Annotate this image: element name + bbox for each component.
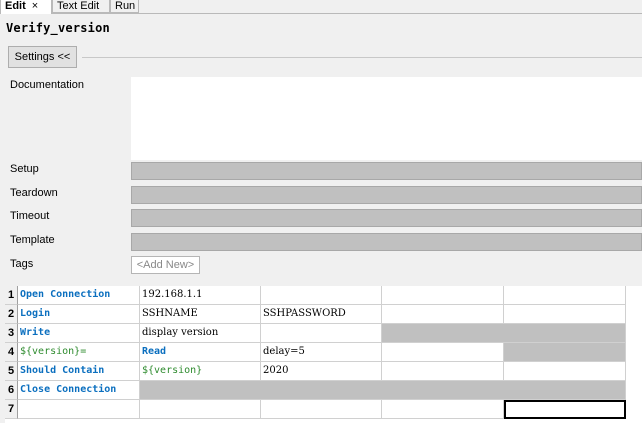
grid-cell-disabled	[504, 343, 626, 362]
grid-cell[interactable]: SSHPASSWORD	[261, 305, 382, 324]
template-label: Template	[10, 234, 55, 246]
grid-cell[interactable]: Open Connection	[18, 286, 140, 305]
grid-cell[interactable]: Read	[140, 343, 261, 362]
tab-text-edit[interactable]: Text Edit	[52, 0, 110, 13]
selected-grid-cell[interactable]	[504, 400, 626, 419]
table-row: 1 Open Connection 192.168.1.1	[5, 286, 642, 305]
grid-cell[interactable]	[261, 286, 382, 305]
teardown-field[interactable]	[131, 186, 642, 204]
tab-bar: Edit × Text Edit Run	[0, 0, 642, 14]
row-number[interactable]: 2	[5, 305, 18, 324]
tags-label: Tags	[10, 258, 34, 270]
table-row: 7	[5, 400, 642, 419]
grid-cell[interactable]: Write	[18, 324, 140, 343]
table-row: 6 Close Connection	[5, 381, 642, 400]
grid-cell[interactable]	[504, 305, 626, 324]
grid-cell[interactable]: 192.168.1.1	[140, 286, 261, 305]
grid-cell[interactable]	[382, 400, 504, 419]
settings-toggle-button[interactable]: Settings <<	[8, 46, 77, 68]
grid-cell[interactable]: Close Connection	[18, 381, 140, 400]
tab-text-edit-label: Text Edit	[57, 0, 100, 12]
grid-cell[interactable]: SSHNAME	[140, 305, 261, 324]
grid-cell[interactable]	[504, 362, 626, 381]
grid-cell-disabled	[140, 381, 626, 400]
template-field[interactable]	[131, 233, 642, 251]
grid-cell[interactable]	[261, 324, 382, 343]
grid-cell[interactable]	[382, 286, 504, 305]
grid-cell[interactable]	[382, 343, 504, 362]
tab-edit[interactable]: Edit ×	[0, 0, 52, 14]
documentation-label: Documentation	[10, 79, 84, 91]
grid-cell[interactable]	[382, 362, 504, 381]
table-row: 5 Should Contain ${version} 2020	[5, 362, 642, 381]
close-icon[interactable]: ×	[32, 0, 38, 12]
row-number[interactable]: 5	[5, 362, 18, 381]
grid-cell[interactable]	[504, 286, 626, 305]
row-number[interactable]: 1	[5, 286, 18, 305]
row-number[interactable]: 7	[5, 400, 18, 419]
row-number[interactable]: 3	[5, 324, 18, 343]
documentation-editor[interactable]	[131, 77, 642, 160]
page-title: Verify_version	[6, 21, 110, 35]
row-number[interactable]: 6	[5, 381, 18, 400]
setup-label: Setup	[10, 163, 39, 175]
table-row: 3 Write display version	[5, 324, 642, 343]
table-row: 4 ${version}= Read delay=5	[5, 343, 642, 362]
grid-cell[interactable]: display version	[140, 324, 261, 343]
grid-cell[interactable]	[140, 400, 261, 419]
tab-run-label: Run	[115, 0, 136, 12]
grid-cell-disabled	[382, 324, 626, 343]
setup-field[interactable]	[131, 162, 642, 180]
teardown-label: Teardown	[10, 187, 58, 199]
add-tag-button[interactable]: <Add New>	[131, 256, 200, 274]
grid-cell[interactable]: ${version}=	[18, 343, 140, 362]
grid-cell[interactable]	[261, 400, 382, 419]
grid-cell[interactable]: ${version}	[140, 362, 261, 381]
grid-cell[interactable]: Should Contain	[18, 362, 140, 381]
grid-cell[interactable]	[18, 400, 140, 419]
timeout-label: Timeout	[10, 210, 50, 222]
grid-cell[interactable]: 2020	[261, 362, 382, 381]
timeout-field[interactable]	[131, 209, 642, 227]
row-number[interactable]: 4	[5, 343, 18, 362]
settings-divider	[82, 57, 642, 58]
step-grid: 1 Open Connection 192.168.1.1 2 Login SS…	[5, 286, 642, 423]
grid-cell[interactable]: Login	[18, 305, 140, 324]
table-row: 2 Login SSHNAME SSHPASSWORD	[5, 305, 642, 324]
grid-cell[interactable]	[382, 305, 504, 324]
grid-cell[interactable]: delay=5	[261, 343, 382, 362]
tab-edit-label: Edit	[5, 0, 26, 12]
tab-run[interactable]: Run	[110, 0, 139, 13]
